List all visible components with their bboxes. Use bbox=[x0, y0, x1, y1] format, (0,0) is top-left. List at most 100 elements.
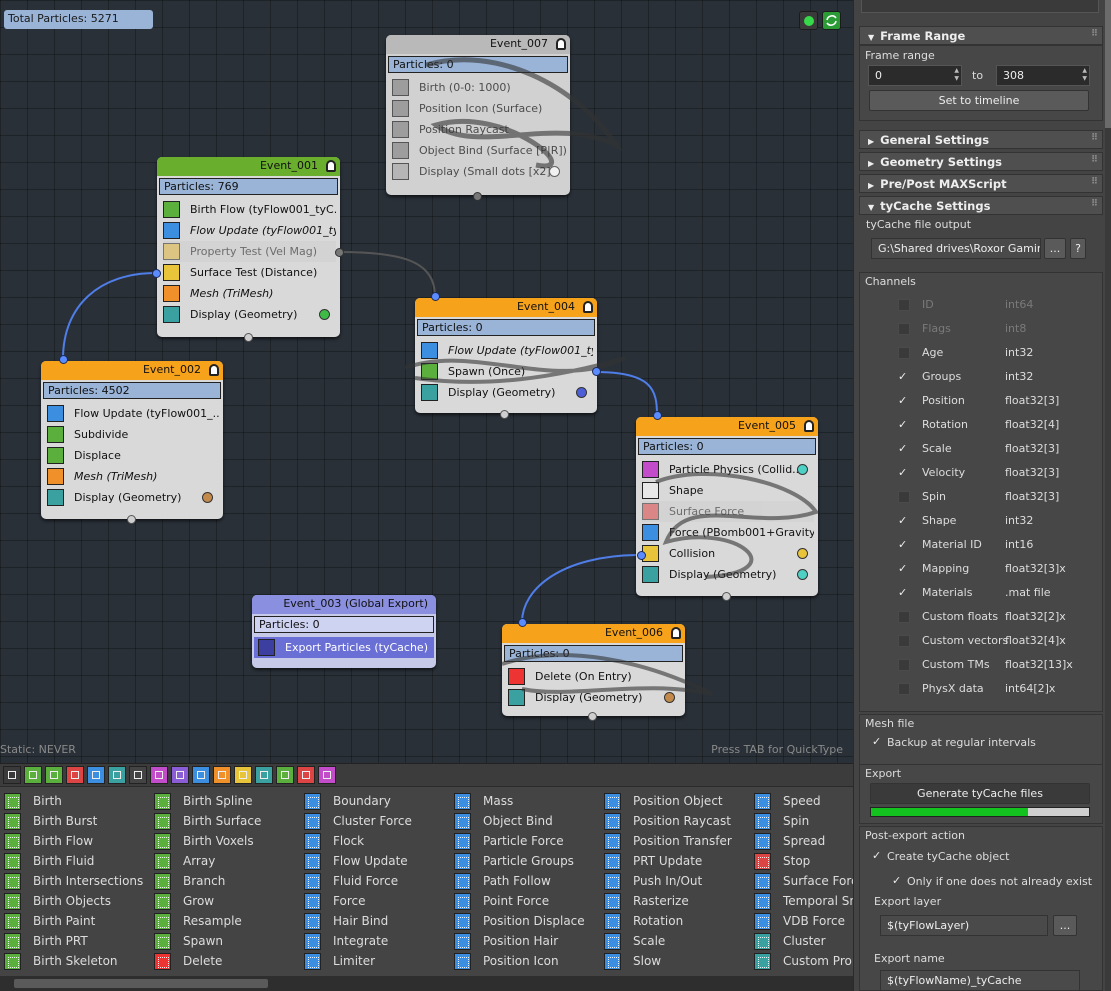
operator-flow-update[interactable]: Flow Update (tyFlow001_... bbox=[47, 403, 219, 424]
depot-item[interactable]: Birth Objects bbox=[0, 891, 150, 911]
script-category-icon[interactable] bbox=[129, 766, 147, 784]
output-pin[interactable] bbox=[592, 367, 601, 376]
lightbulb-icon[interactable] bbox=[209, 364, 219, 376]
depot-item[interactable]: Birth Burst bbox=[0, 811, 150, 831]
channel-row[interactable]: ✓ Groups int32 bbox=[898, 369, 1088, 387]
channel-checkbox[interactable]: ✓ bbox=[898, 419, 910, 431]
operator-export-particles[interactable]: Export Particles (tyCache) bbox=[254, 637, 434, 658]
lightbulb-icon[interactable] bbox=[326, 160, 336, 172]
depot-item[interactable]: Position Raycast bbox=[600, 811, 750, 831]
depot-item[interactable]: Position Transfer bbox=[600, 831, 750, 851]
channel-row[interactable]: ✓ Material ID int16 bbox=[898, 537, 1088, 555]
drag-grip-icon[interactable]: ⠿ bbox=[1091, 199, 1098, 209]
event-node-004[interactable]: Event_004 Particles: 0 Flow Update (tyFl… bbox=[404, 298, 626, 413]
depot-item[interactable]: Birth Intersections bbox=[0, 871, 150, 891]
channel-checkbox[interactable] bbox=[898, 611, 910, 623]
event-title[interactable]: Event_002 bbox=[41, 361, 223, 380]
channel-row[interactable]: ✓ Position float32[3] bbox=[898, 393, 1088, 411]
input-pin[interactable] bbox=[431, 292, 440, 301]
channel-row[interactable]: ✓ Mapping float32[3]x bbox=[898, 561, 1088, 579]
operator-surface-test[interactable]: Surface Test (Distance) bbox=[163, 262, 336, 283]
depot-item[interactable]: Birth Voxels bbox=[150, 831, 300, 851]
delete-category-icon[interactable] bbox=[66, 766, 84, 784]
flow-canvas[interactable]: Total Particles: 5271 Event_007 Particle… bbox=[0, 0, 853, 763]
depot-scrollbar[interactable] bbox=[0, 976, 853, 991]
output-pin[interactable] bbox=[473, 192, 482, 201]
input-pin[interactable] bbox=[588, 712, 597, 721]
depot-item[interactable]: Delete bbox=[150, 951, 300, 971]
rollout-tycache-settings[interactable]: ▼ tyCache Settings ⠿ bbox=[859, 196, 1103, 215]
channel-checkbox[interactable] bbox=[898, 659, 910, 671]
input-pin[interactable] bbox=[152, 269, 161, 278]
event-title[interactable]: Event_004 bbox=[415, 298, 597, 317]
drag-grip-icon[interactable]: ⠿ bbox=[1091, 155, 1098, 165]
depot-item[interactable]: Custom Prop bbox=[750, 951, 859, 971]
depot-item[interactable]: Position Displace bbox=[450, 911, 600, 931]
top-field-fragment[interactable] bbox=[861, 0, 1099, 13]
channel-checkbox[interactable] bbox=[898, 491, 910, 503]
channel-row[interactable]: PhysX data int64[2]x bbox=[898, 681, 1088, 699]
depot-item[interactable]: Birth bbox=[0, 791, 150, 811]
depot-item[interactable]: PRT Update bbox=[600, 851, 750, 871]
mesh-category-icon[interactable] bbox=[213, 766, 231, 784]
depot-item[interactable]: Spread bbox=[750, 831, 853, 851]
refresh-toggle[interactable] bbox=[822, 11, 841, 30]
depot-item[interactable]: Array bbox=[150, 851, 300, 871]
operator-display[interactable]: Display (Geometry) bbox=[47, 487, 219, 508]
output-pin[interactable] bbox=[637, 551, 646, 560]
channel-checkbox[interactable]: ✓ bbox=[898, 563, 910, 575]
operator-mesh[interactable]: Mesh (TriMesh) bbox=[163, 283, 336, 304]
depot-item[interactable]: Boundary bbox=[300, 791, 450, 811]
lightbulb-icon[interactable] bbox=[583, 301, 593, 313]
channel-row[interactable]: ✓ Rotation float32[4] bbox=[898, 417, 1088, 435]
drag-grip-icon[interactable]: ⠿ bbox=[1091, 133, 1098, 143]
input-pin[interactable] bbox=[127, 515, 136, 524]
utility-category-icon[interactable] bbox=[255, 766, 273, 784]
depot-item[interactable]: Position Object bbox=[600, 791, 750, 811]
event-node-005[interactable]: Event_005 Particles: 0 Particle Physics … bbox=[636, 417, 820, 596]
event-node-006[interactable]: Event_006 Particles: 0 Delete (On Entry)… bbox=[501, 624, 713, 716]
channel-checkbox[interactable] bbox=[898, 635, 910, 647]
birth-category-icon[interactable] bbox=[24, 766, 42, 784]
drag-grip-icon[interactable]: ⠿ bbox=[1091, 177, 1098, 187]
browse-button[interactable]: ... bbox=[1044, 238, 1066, 259]
depot-item[interactable]: Cluster Force bbox=[300, 811, 450, 831]
export-category-icon[interactable] bbox=[297, 766, 315, 784]
generate-tycache-button[interactable]: Generate tyCache files bbox=[870, 783, 1090, 804]
depot-item[interactable]: Push In/Out bbox=[600, 871, 750, 891]
channel-row[interactable]: Age int32 bbox=[898, 345, 1088, 363]
depot-item[interactable]: Birth PRT bbox=[0, 931, 150, 951]
depot-item[interactable]: Flow Update bbox=[300, 851, 450, 871]
input-pin[interactable] bbox=[59, 355, 68, 364]
operator-property-test[interactable]: Property Test (Vel Mag) bbox=[163, 241, 336, 262]
depot-item[interactable]: Cluster bbox=[750, 931, 853, 951]
event-title[interactable]: Event_003 (Global Export) bbox=[252, 595, 436, 614]
operator-flow-update[interactable]: Flow Update (tyFlow001_ty... bbox=[163, 220, 336, 241]
depot-item[interactable]: Birth Fluid bbox=[0, 851, 150, 871]
display-color-swatch[interactable] bbox=[319, 309, 330, 320]
channel-checkbox[interactable]: ✓ bbox=[898, 467, 910, 479]
display-category-icon[interactable] bbox=[108, 766, 126, 784]
channel-checkbox[interactable]: ✓ bbox=[898, 443, 910, 455]
channel-row[interactable]: ✓ Scale float32[3] bbox=[898, 441, 1088, 459]
channel-row[interactable]: Custom TMs float32[13]x bbox=[898, 657, 1088, 675]
channel-row[interactable]: Custom floats float32[2]x bbox=[898, 609, 1088, 627]
export-name-field[interactable]: $(tyFlowName)_tyCache bbox=[880, 970, 1080, 991]
depot-item[interactable]: Spawn bbox=[150, 931, 300, 951]
depot-item[interactable]: Path Follow bbox=[450, 871, 600, 891]
cloth-category-icon[interactable] bbox=[171, 766, 189, 784]
event-title[interactable]: Event_001 bbox=[157, 157, 340, 176]
scrollbar-thumb[interactable] bbox=[14, 979, 268, 988]
channel-checkbox[interactable]: ✓ bbox=[898, 587, 910, 599]
set-to-timeline-button[interactable]: Set to timeline bbox=[869, 90, 1089, 111]
backup-checkbox[interactable]: ✓ bbox=[872, 736, 884, 748]
rollout-prepost-maxscript[interactable]: ▶ Pre/Post MAXScript ⠿ bbox=[859, 174, 1103, 193]
input-pin[interactable] bbox=[653, 411, 662, 420]
channel-checkbox[interactable]: ✓ bbox=[898, 371, 910, 383]
create-tycache-checkbox[interactable]: ✓ bbox=[872, 850, 884, 862]
depot-item[interactable]: Particle Groups bbox=[450, 851, 600, 871]
channel-row[interactable]: ✓ Materials .mat file bbox=[898, 585, 1088, 603]
depot-item[interactable]: Hair Bind bbox=[300, 911, 450, 931]
depot-item[interactable]: Object Bind bbox=[450, 811, 600, 831]
depot-item[interactable]: Fluid Force bbox=[300, 871, 450, 891]
